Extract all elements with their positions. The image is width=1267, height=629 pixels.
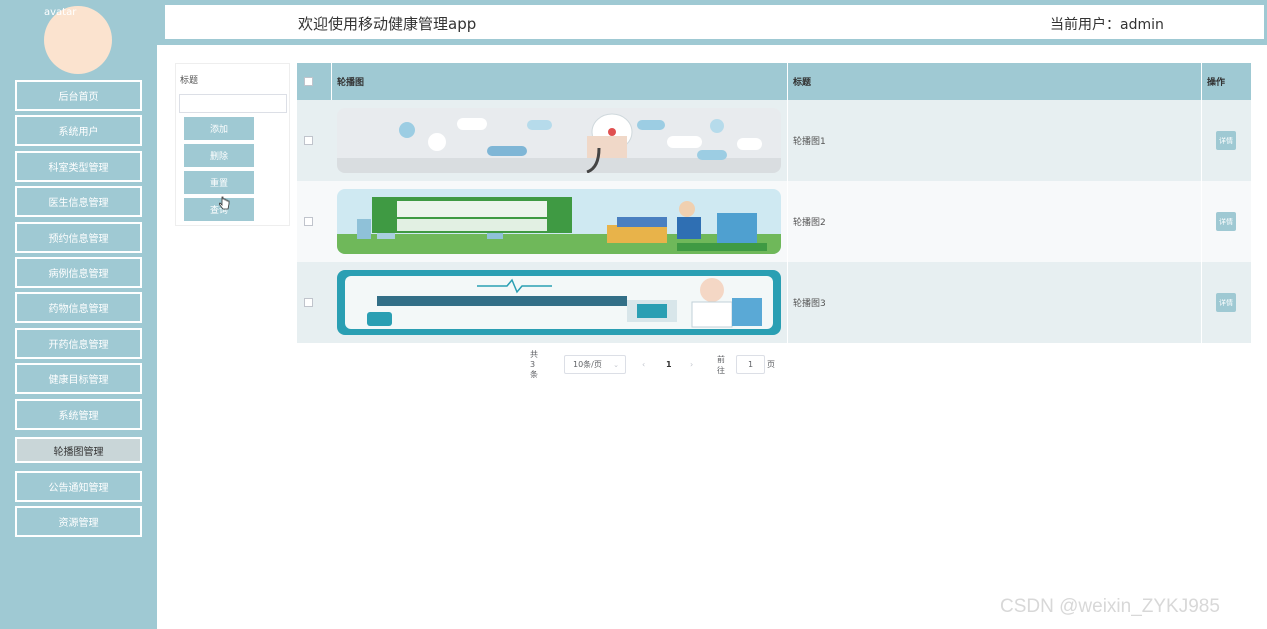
reset-button[interactable]: 重置: [184, 171, 254, 194]
sidebar-item-resources[interactable]: 资源管理: [15, 506, 142, 537]
page-size-select[interactable]: 10条/页 ⌄: [564, 355, 626, 374]
table-row: 轮播图3 详情: [297, 262, 1251, 343]
watermark: CSDN @weixin_ZYKJ985: [1000, 596, 1220, 617]
sidebar-item-appointments[interactable]: 预约信息管理: [15, 222, 142, 253]
page-unit-label: 页: [767, 360, 775, 369]
sidebar-item-prescriptions[interactable]: 开药信息管理: [15, 328, 142, 359]
row-title: 轮播图1: [793, 137, 826, 147]
detail-button[interactable]: 详情: [1216, 131, 1236, 150]
row-checkbox[interactable]: [304, 217, 313, 226]
sidebar-item-carousel[interactable]: 轮播图管理: [15, 437, 142, 463]
detail-button[interactable]: 详情: [1216, 212, 1236, 231]
sidebar-item-health-goals[interactable]: 健康目标管理: [15, 363, 142, 394]
row-title: 轮播图2: [793, 218, 826, 228]
chevron-down-icon: ⌄: [613, 360, 619, 369]
sidebar-item-notices[interactable]: 公告通知管理: [15, 471, 142, 502]
sidebar-item-home[interactable]: 后台首页: [15, 80, 142, 111]
delete-button[interactable]: 删除: [184, 144, 254, 167]
row-checkbox[interactable]: [304, 298, 313, 307]
carousel-image-1: [337, 108, 781, 173]
row-title: 轮播图3: [793, 299, 826, 309]
app-root: avatar 后台首页 系统用户 科室类型管理 医生信息管理 预约信息管理 病例…: [0, 0, 1267, 629]
pagination-total: 共 3 条: [530, 350, 538, 379]
page-size-value: 10条/页: [573, 360, 602, 369]
column-header-image: 轮播图: [337, 78, 365, 88]
row-checkbox[interactable]: [304, 136, 313, 145]
table-header: 轮播图 标题 操作: [297, 63, 1251, 100]
add-button[interactable]: 添加: [184, 117, 254, 140]
sidebar-item-department-types[interactable]: 科室类型管理: [15, 151, 142, 182]
header: 欢迎使用移动健康管理app 当前用户：admin: [163, 3, 1266, 41]
sidebar: avatar 后台首页 系统用户 科室类型管理 医生信息管理 预约信息管理 病例…: [0, 0, 157, 629]
sidebar-item-doctors[interactable]: 医生信息管理: [15, 186, 142, 217]
page-title: 欢迎使用移动健康管理app: [298, 15, 477, 33]
sidebar-item-medical-records[interactable]: 病例信息管理: [15, 257, 142, 288]
detail-button[interactable]: 详情: [1216, 293, 1236, 312]
column-header-actions: 操作: [1207, 78, 1226, 88]
sidebar-item-medicines[interactable]: 药物信息管理: [15, 292, 142, 323]
column-header-title: 标题: [793, 78, 812, 88]
search-title-label: 标题: [180, 76, 199, 86]
goto-page-input[interactable]: 1: [736, 355, 765, 374]
current-user: 当前用户：admin: [1050, 17, 1164, 33]
search-title-input[interactable]: [179, 94, 287, 113]
table-row: 轮播图1 详情: [297, 100, 1251, 181]
mouse-cursor-icon: [219, 196, 230, 210]
sidebar-item-system-management[interactable]: 系统管理: [15, 399, 142, 430]
select-all-checkbox[interactable]: [304, 77, 313, 86]
carousel-image-2: [337, 189, 781, 254]
avatar-alt-text: avatar: [44, 7, 77, 18]
goto-label: 前往: [717, 354, 725, 375]
carousel-table: 轮播图 标题 操作 轮播图1 详情 轮播图2 详情 轮播图3 详情: [297, 63, 1251, 344]
next-page-icon[interactable]: ›: [690, 355, 693, 374]
prev-page-icon[interactable]: ‹: [642, 355, 645, 374]
carousel-image-3: [337, 270, 781, 335]
sidebar-item-system-users[interactable]: 系统用户: [15, 115, 142, 146]
current-page[interactable]: 1: [666, 355, 672, 374]
search-panel: 标题 添加 删除 重置 查询: [175, 63, 290, 226]
table-row: 轮播图2 详情: [297, 181, 1251, 262]
